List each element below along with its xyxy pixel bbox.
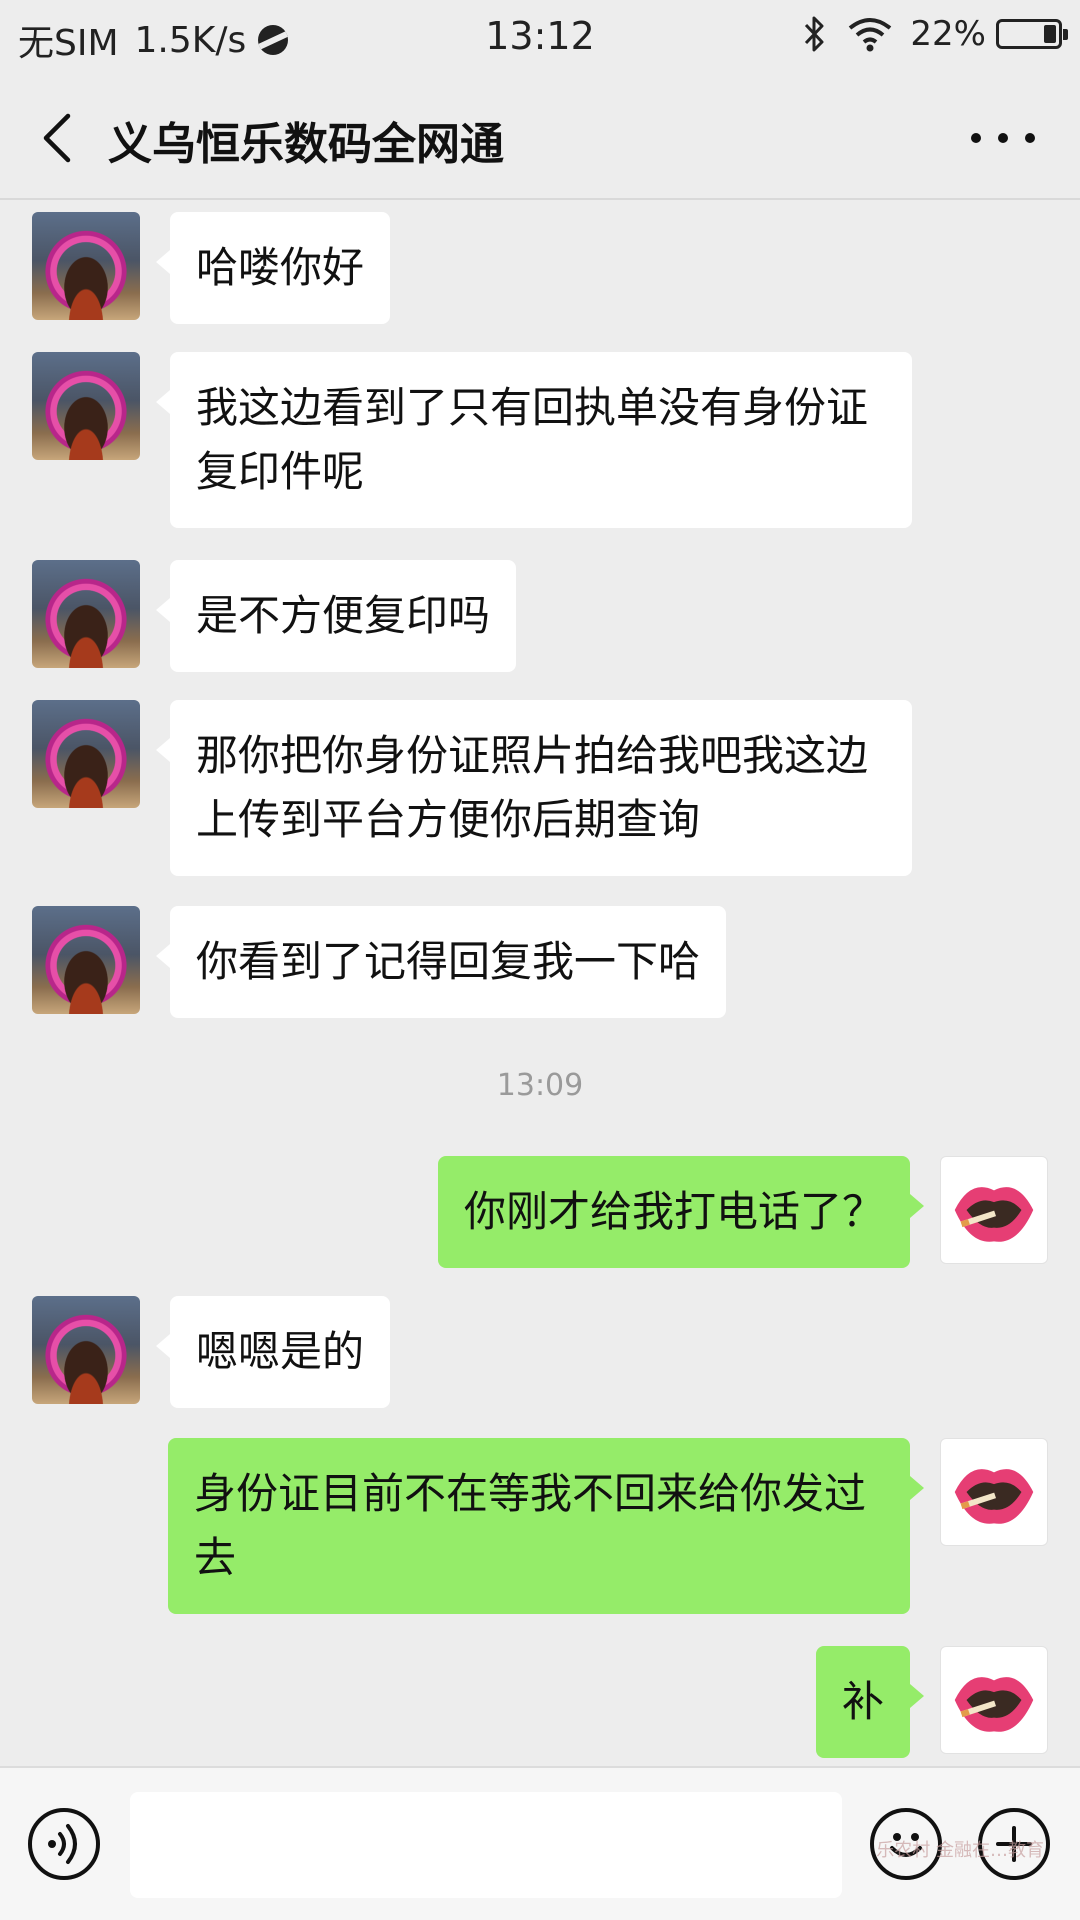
input-bar: 乐农村 金融在…教育 xyxy=(0,1766,1080,1920)
my-avatar[interactable] xyxy=(940,1156,1048,1264)
more-options-icon[interactable] xyxy=(966,118,1040,158)
outgoing-message-bubble[interactable]: 你刚才给我打电话了？ xyxy=(437,1156,925,1268)
contact-avatar[interactable] xyxy=(32,700,140,808)
chat-header: 义乌恒乐数码全网通 xyxy=(0,76,1080,200)
incoming-message-bubble[interactable]: 嗯嗯是的 xyxy=(155,1296,391,1408)
incoming-message-bubble[interactable]: 是不方便复印吗 xyxy=(155,560,517,672)
watermark-text: 乐农村 金融在…教育 xyxy=(876,1840,1044,1861)
contact-avatar[interactable] xyxy=(32,352,140,460)
chat-title: 义乌恒乐数码全网通 xyxy=(108,119,504,170)
contact-avatar[interactable] xyxy=(32,1296,140,1404)
my-avatar[interactable] xyxy=(940,1646,1048,1754)
bluetooth-icon xyxy=(805,16,824,52)
status-bar: 无SIM 1.5K/s 13:12 22% xyxy=(0,0,1080,76)
message-list[interactable]: 哈喽你好 我这边看到了只有回执单没有身份证复印件呢 是不方便复印吗 那你把你身份… xyxy=(0,200,1080,1766)
status-right: 22% xyxy=(802,14,1068,54)
incoming-message-bubble[interactable]: 我这边看到了只有回执单没有身份证复印件呢 xyxy=(156,352,912,528)
back-chevron-icon[interactable] xyxy=(30,106,86,170)
my-avatar[interactable] xyxy=(940,1438,1048,1546)
battery-icon xyxy=(996,19,1068,49)
outgoing-message-bubble[interactable]: 身份证目前不在等我不回来给你发过去 xyxy=(168,1438,924,1614)
message-timestamp: 13:09 xyxy=(496,1068,584,1103)
lips-avatar-icon xyxy=(954,1677,1034,1732)
incoming-message-bubble[interactable]: 你看到了记得回复我一下哈 xyxy=(155,906,727,1018)
contact-avatar[interactable] xyxy=(32,212,140,320)
outgoing-message-bubble[interactable]: 补 xyxy=(815,1646,925,1758)
incoming-message-bubble[interactable]: 那你把你身份证照片拍给我吧我这边上传到平台方便你后期查询 xyxy=(156,700,912,876)
battery-percent: 22% xyxy=(910,14,986,54)
contact-avatar[interactable] xyxy=(32,560,140,668)
voice-icon xyxy=(48,1824,77,1864)
contact-avatar[interactable] xyxy=(32,906,140,1014)
lips-avatar-icon xyxy=(954,1469,1034,1524)
lips-avatar-icon xyxy=(954,1187,1034,1242)
incoming-message-bubble[interactable]: 哈喽你好 xyxy=(155,212,391,324)
message-input[interactable] xyxy=(130,1792,842,1898)
voice-input-button[interactable] xyxy=(28,1808,100,1880)
wifi-icon xyxy=(849,18,892,52)
